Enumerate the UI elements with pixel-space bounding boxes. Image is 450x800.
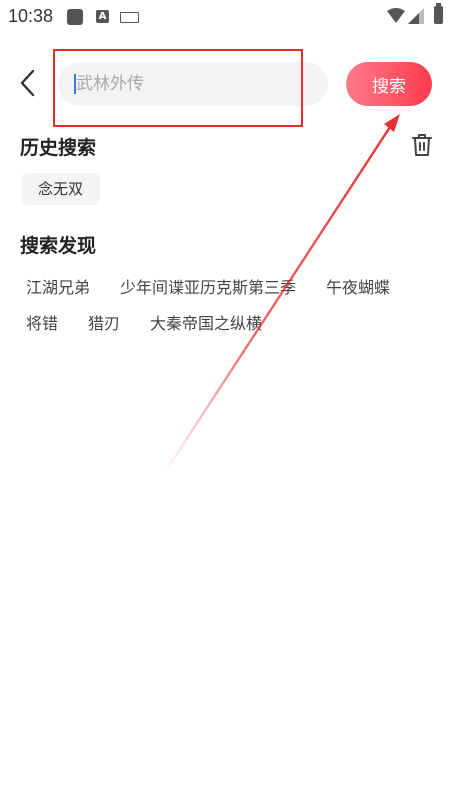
trash-icon[interactable] <box>411 133 433 157</box>
tag-row: 江湖兄弟 少年间谍亚历克斯第三季 午夜蝴蝶 <box>20 268 440 304</box>
keyboard-icon <box>120 12 139 23</box>
discover-tag[interactable]: 午夜蝴蝶 <box>320 274 396 298</box>
status-bar: 10:38 A <box>0 0 450 34</box>
annotation-highlight-box <box>53 49 303 127</box>
discover-tag[interactable]: 少年间谍亚历克斯第三季 <box>114 274 302 298</box>
discover-tag[interactable]: 将错 <box>20 310 64 334</box>
back-button[interactable] <box>16 68 40 98</box>
discover-tag[interactable]: 大秦帝国之纵横 <box>144 310 268 334</box>
search-button[interactable]: 搜索 <box>346 62 432 106</box>
battery-icon <box>434 3 443 24</box>
discover-tag[interactable]: 江湖兄弟 <box>20 274 96 298</box>
app-square-icon <box>67 9 83 25</box>
chevron-left-icon <box>20 69 35 97</box>
status-time: 10:38 <box>8 6 54 26</box>
discover-tag[interactable]: 猎刃 <box>82 310 126 334</box>
tag-row: 将错 猎刃 大秦帝国之纵横 <box>20 304 440 340</box>
a-letter-icon: A <box>96 10 109 23</box>
history-title: 历史搜索 <box>20 137 97 159</box>
discover-tag-list: 江湖兄弟 少年间谍亚历克斯第三季 午夜蝴蝶 将错 猎刃 大秦帝国之纵横 <box>20 268 440 340</box>
wifi-icon <box>387 8 405 23</box>
signal-icon <box>408 8 424 24</box>
discover-title: 搜索发现 <box>20 235 97 257</box>
history-item[interactable]: 念无双 <box>21 173 101 205</box>
